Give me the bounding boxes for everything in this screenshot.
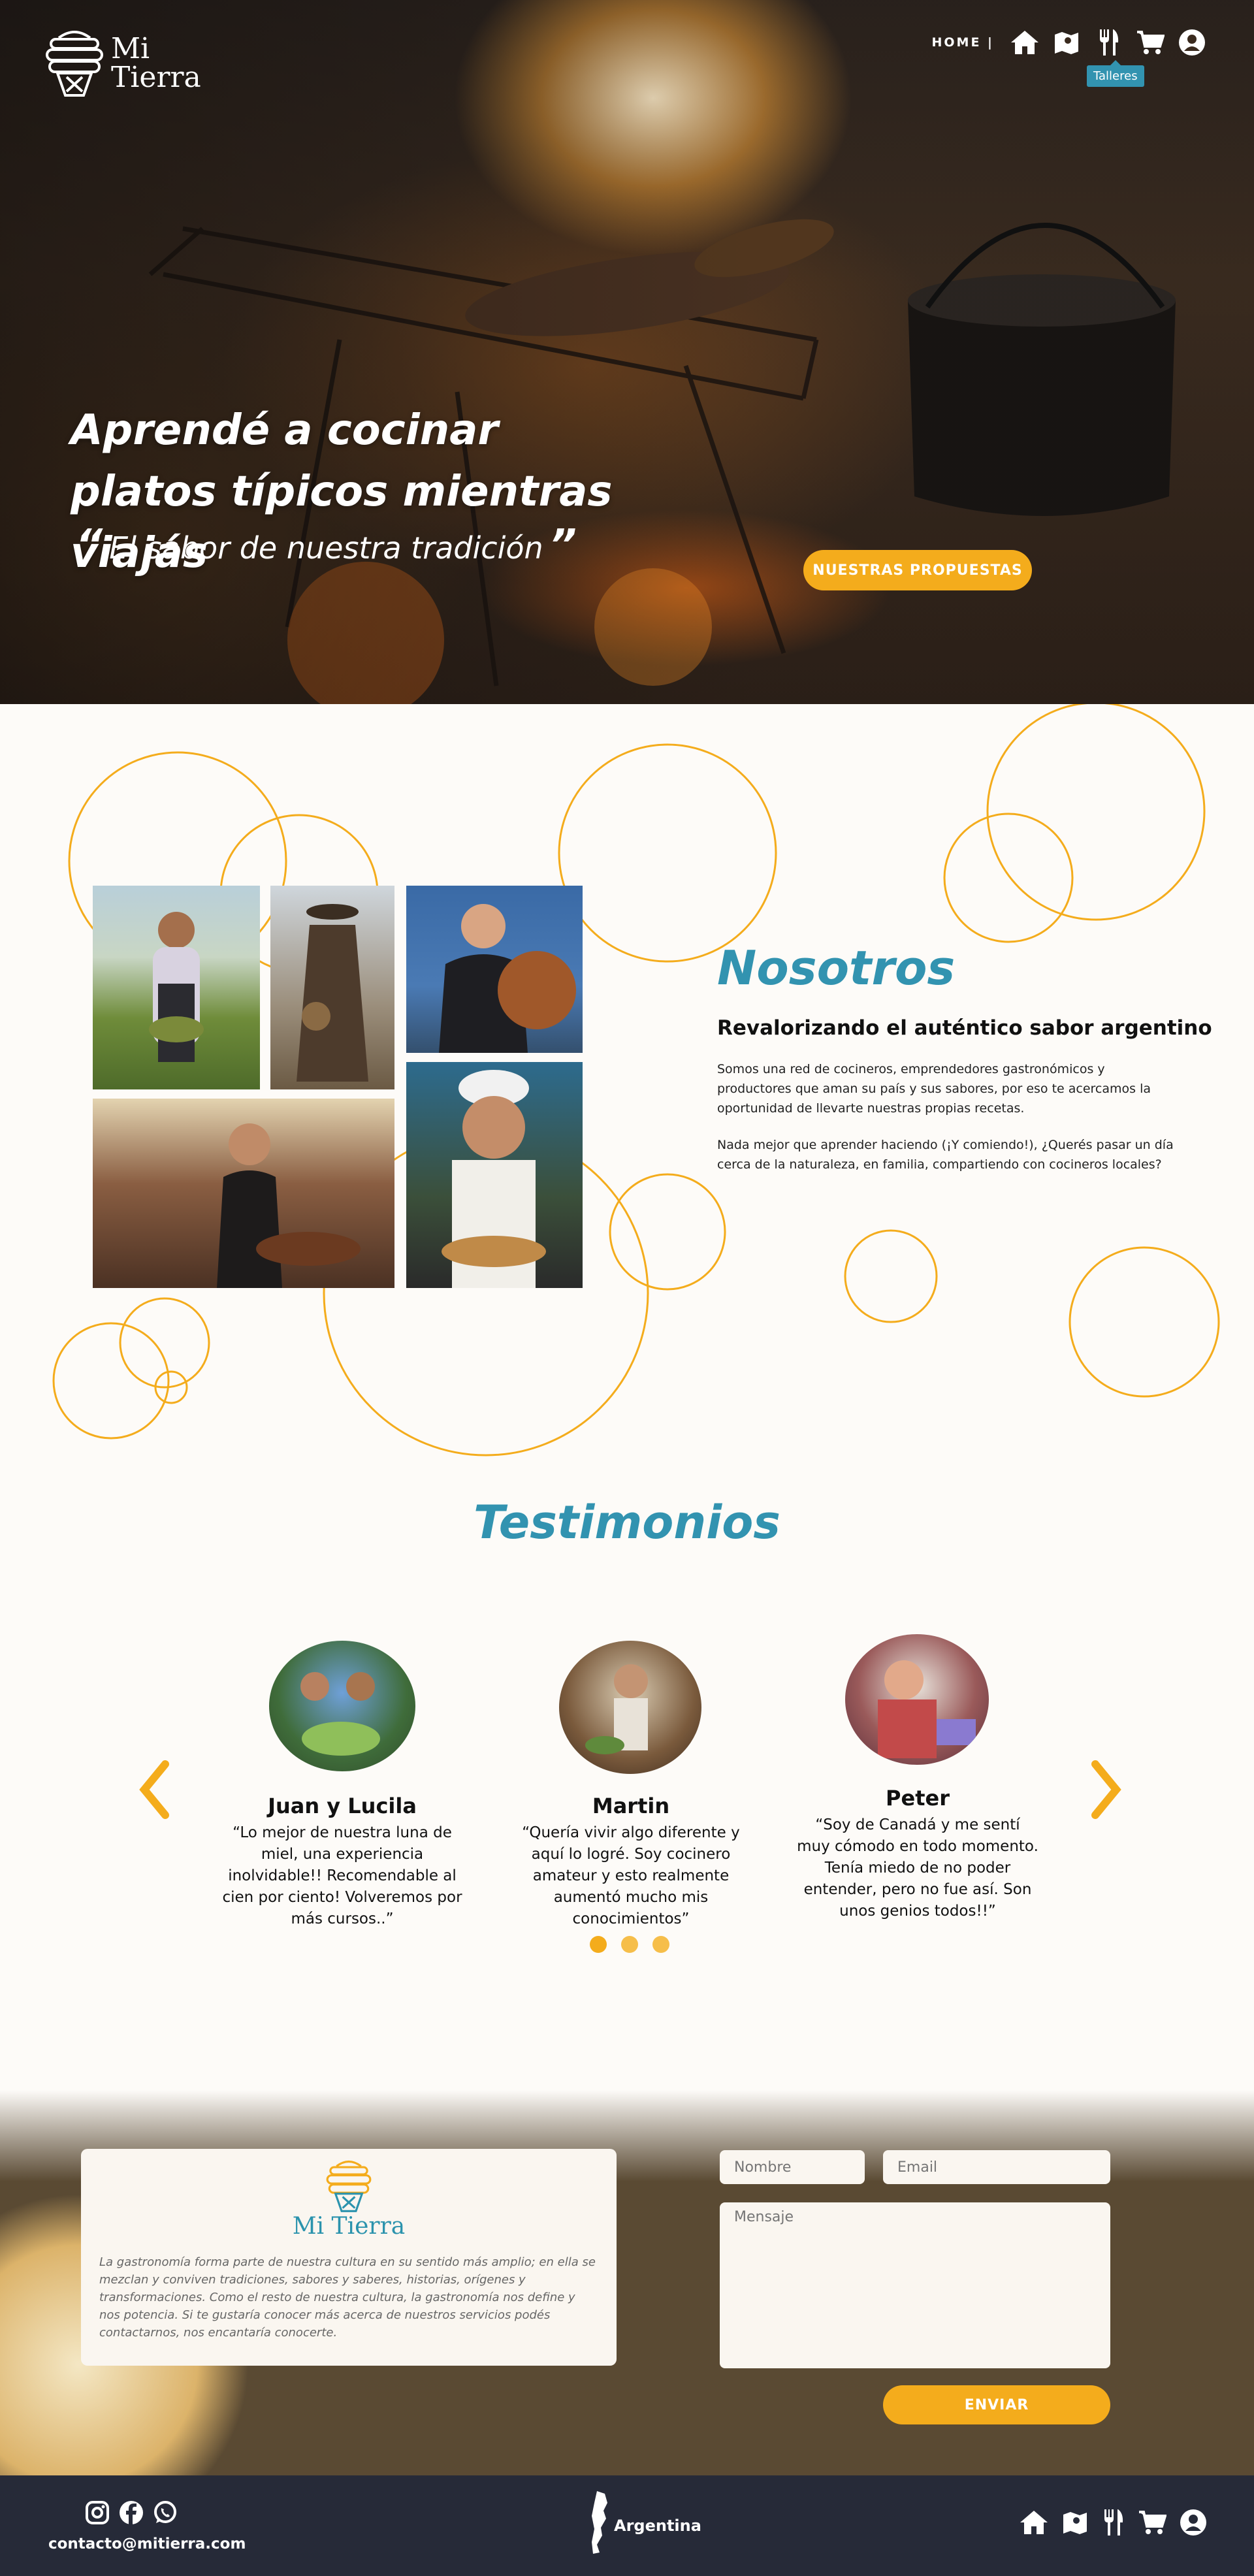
testimonial-card-3: Peter “Soy de Canadá y me sentí muy cómo…: [797, 1786, 1038, 1922]
cart-icon[interactable]: [1135, 27, 1165, 57]
card-description: La gastronomía forma parte de nuestra cu…: [99, 2255, 596, 2340]
carousel-next-arrow-icon[interactable]: [1087, 1757, 1126, 1822]
open-quote-mark: “: [76, 521, 103, 570]
footer-nav: [1019, 2508, 1207, 2539]
brand-line-1: Mi: [111, 32, 150, 65]
carousel-dot-2[interactable]: [621, 1936, 638, 1953]
card-brand-name: Mi Tierra: [292, 2213, 406, 2240]
testimonial-card-2: Martin “Quería vivir algo diferente y aq…: [507, 1794, 755, 1930]
hero-banner: Mi Tierra HOME | Talleres Aprendé a coci…: [0, 0, 1254, 704]
nav-tooltip: Talleres: [1087, 60, 1144, 87]
user-icon[interactable]: [1180, 2509, 1207, 2539]
send-button[interactable]: ENVIAR: [883, 2385, 1110, 2424]
footer: contacto@mitierra.com Argentina: [0, 2475, 1254, 2576]
testimonial-text: “Soy de Canadá y me sentí muy cómodo en …: [797, 1816, 1038, 1920]
contact-section: Mi Tierra La gastronomía forma parte de …: [0, 2090, 1254, 2475]
whatsapp-icon[interactable]: [153, 2500, 178, 2528]
about-section: Nosotros Revalorizando el auténtico sabo…: [0, 704, 1254, 1475]
home-icon[interactable]: [1010, 27, 1040, 57]
carousel-dot-3[interactable]: [652, 1936, 669, 1953]
map-icon[interactable]: [1062, 2509, 1088, 2538]
name-input[interactable]: [720, 2150, 865, 2184]
facebook-icon[interactable]: [119, 2500, 144, 2528]
about-card: Mi Tierra La gastronomía forma parte de …: [81, 2149, 617, 2366]
country-label: Argentina: [588, 2490, 701, 2555]
cook-photo-4: [93, 1099, 394, 1288]
testimonial-photo-martin: [559, 1641, 701, 1774]
user-icon[interactable]: [1177, 27, 1207, 57]
social-links: [85, 2500, 178, 2528]
cook-photo-3: [406, 886, 583, 1053]
beehive-logo-icon: [46, 31, 103, 97]
testimonial-text: “Lo mejor de nuestra luna de miel, una e…: [222, 1824, 462, 1927]
cart-icon[interactable]: [1138, 2509, 1167, 2538]
testimonial-name: Juan y Lucila: [268, 1794, 417, 1818]
hero-tagline: “ El sabor de nuestra tradición ”: [76, 521, 577, 570]
hero-quote-text: El sabor de nuestra tradición: [109, 530, 543, 566]
carousel-dot-1[interactable]: [590, 1936, 607, 1953]
testimonial-card-1: Juan y Lucila “Lo mejor de nuestra luna …: [219, 1794, 465, 1930]
testimonial-name: Peter: [886, 1786, 950, 1811]
cook-photo-5: [406, 1062, 583, 1288]
nosotros-paragraph-1: Somos una red de cocineros, emprendedore…: [717, 1062, 1151, 1116]
carousel-prev-arrow-icon[interactable]: [135, 1757, 174, 1822]
brand-line-2: Tierra: [111, 61, 201, 94]
map-icon[interactable]: [1052, 27, 1082, 57]
testimonios-title: Testimonios: [474, 1496, 780, 1549]
fork-knife-icon[interactable]: [1093, 27, 1123, 57]
nosotros-title: Nosotros: [717, 941, 956, 995]
country-name: Argentina: [614, 2517, 701, 2535]
argentina-map-icon: [592, 2491, 607, 2554]
nuestras-propuestas-button[interactable]: NUESTRAS PROPUESTAS: [803, 550, 1032, 590]
carousel-dots: [590, 1936, 669, 1953]
contact-email[interactable]: contacto@mitierra.com: [48, 2536, 246, 2552]
top-nav: HOME |: [932, 27, 1208, 57]
beehive-logo-icon: [326, 2160, 372, 2212]
cook-photo-1: [93, 886, 260, 1089]
testimonial-name: Martin: [592, 1794, 670, 1818]
nav-home-link[interactable]: HOME |: [932, 35, 995, 50]
testimonial-text: “Quería vivir algo diferente y aquí lo l…: [522, 1824, 740, 1927]
message-textarea[interactable]: [720, 2202, 1110, 2368]
email-input[interactable]: [883, 2150, 1110, 2184]
cook-photo-2: [270, 886, 394, 1089]
home-icon[interactable]: [1019, 2509, 1049, 2538]
nosotros-paragraph-2: Nada mejor que aprender haciendo (¡Y com…: [717, 1138, 1174, 1172]
brand-logo[interactable]: Mi Tierra: [44, 27, 216, 99]
nosotros-subtitle: Revalorizando el auténtico sabor argenti…: [717, 1016, 1212, 1040]
testimonial-photo-peter: [845, 1634, 989, 1765]
fork-knife-icon[interactable]: [1101, 2508, 1125, 2539]
brand-name: Mi Tierra: [111, 35, 216, 92]
close-quote-mark: ”: [549, 521, 577, 570]
instagram-icon[interactable]: [85, 2500, 110, 2528]
testimonial-photo-juan-lucila: [269, 1641, 415, 1771]
